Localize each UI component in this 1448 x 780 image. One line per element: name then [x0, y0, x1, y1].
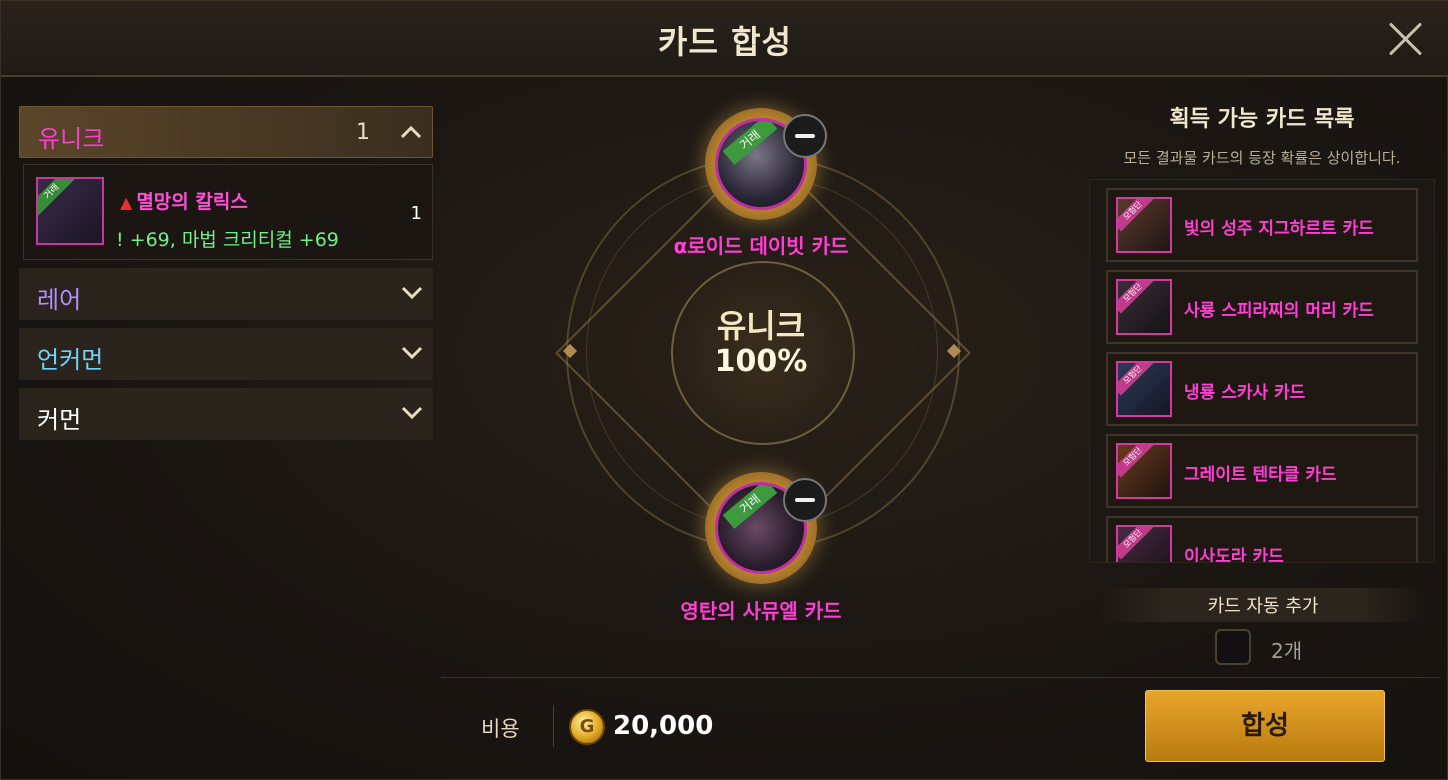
category-uncommon[interactable]: 언커먼 — [19, 328, 433, 380]
category-common[interactable]: 커먼 — [19, 388, 433, 440]
title-bar: 카드 합성 — [1, 1, 1448, 77]
list-item[interactable]: 모험단 이사도라 카드 — [1106, 516, 1418, 563]
combine-button[interactable]: 합성 — [1145, 690, 1385, 762]
card-name: 그레이트 텐타클 카드 — [1184, 465, 1337, 485]
card-stats: ! +69, 마법 크리티컬 +69 — [116, 229, 339, 251]
list-item[interactable]: 모험단 그레이트 텐타클 카드 — [1106, 434, 1418, 508]
bottom-slot-label: 영탄의 사뮤엘 카드 — [680, 599, 842, 623]
card-thumbnail: 모험단 — [1116, 525, 1172, 562]
card-synthesis-window: 카드 합성 유니크 1 거래 ▲ 멸망의 칼릭스 ! +69, 마법 크리티컬 +… — [0, 0, 1448, 780]
gold-coin-icon: G — [569, 709, 605, 745]
trade-ribbon: 거래 — [38, 179, 77, 217]
card-thumbnail: 모험단 — [1116, 279, 1172, 335]
adventure-ribbon: 모험단 — [1118, 363, 1154, 396]
close-icon[interactable] — [1387, 21, 1423, 57]
category-unique[interactable]: 유니크 1 — [19, 106, 433, 158]
card-name: 이사도라 카드 — [1184, 547, 1284, 563]
result-rate: 100% — [714, 344, 808, 379]
synthesis-circle: 유니크 100% 거래 α로이드 데이빗 카드 거래 영탄의 사뮤엘 카드 — [521, 96, 1001, 656]
cost-separator — [553, 705, 554, 747]
auto-add-label: 카드 자동 추가 — [1101, 588, 1425, 622]
card-thumbnail: 모험단 — [1116, 197, 1172, 253]
card-name: 냉룡 스카사 카드 — [1184, 383, 1306, 403]
cost-label: 비용 — [481, 717, 520, 741]
list-item[interactable]: 모험단 빛의 성주 지그하르트 카드 — [1106, 188, 1418, 262]
card-count: 1 — [410, 203, 422, 224]
list-item[interactable]: 모험단 냉룡 스카사 카드 — [1106, 352, 1418, 426]
remove-bottom-card-button[interactable] — [783, 478, 827, 522]
category-rare[interactable]: 레어 — [19, 268, 433, 320]
card-thumbnail: 모험단 — [1116, 361, 1172, 417]
category-label: 언커먼 — [37, 346, 104, 374]
category-list: 유니크 1 거래 ▲ 멸망의 칼릭스 ! +69, 마법 크리티컬 +69 1 레… — [19, 106, 433, 448]
chevron-down-icon — [401, 346, 423, 360]
category-count: 1 — [356, 120, 370, 145]
top-slot-label: α로이드 데이빗 카드 — [673, 234, 849, 258]
auto-add-count: 2개 — [1271, 639, 1303, 663]
adventure-ribbon: 모험단 — [1118, 199, 1154, 232]
window-title: 카드 합성 — [658, 23, 792, 61]
result-list-notice: 모든 결과물 카드의 등장 확률은 상이합니다. — [1123, 149, 1401, 167]
card-name: ▲ 멸망의 칼릭스 — [120, 191, 248, 213]
chevron-up-icon — [400, 125, 422, 139]
trade-ribbon: 거래 — [722, 485, 778, 529]
category-label: 유니크 — [38, 125, 105, 153]
adventure-ribbon: 모험단 — [1118, 281, 1154, 314]
category-label: 커먼 — [37, 406, 82, 434]
result-card-list[interactable]: 모험단 빛의 성주 지그하르트 카드 모험단 사룡 스피라찌의 머리 카드 모험… — [1089, 179, 1435, 563]
card-name: 빛의 성주 지그하르트 카드 — [1184, 219, 1374, 239]
adventure-ribbon: 모험단 — [1118, 445, 1154, 478]
remove-top-card-button[interactable] — [783, 114, 827, 158]
list-item[interactable]: 거래 ▲ 멸망의 칼릭스 ! +69, 마법 크리티컬 +69 1 — [23, 164, 433, 260]
chevron-down-icon — [401, 406, 423, 420]
trade-ribbon: 거래 — [722, 121, 778, 165]
adventure-ribbon: 모험단 — [1118, 527, 1154, 560]
list-item[interactable]: 모험단 사룡 스피라찌의 머리 카드 — [1106, 270, 1418, 344]
chevron-down-icon — [401, 286, 423, 300]
card-thumbnail: 모험단 — [1116, 443, 1172, 499]
result-list-title: 획득 가능 카드 목록 — [1169, 107, 1355, 132]
result-rank: 유니크 — [716, 307, 806, 345]
card-thumbnail: 거래 — [36, 177, 104, 245]
auto-add-checkbox[interactable] — [1215, 629, 1251, 665]
warning-icon: ▲ — [120, 193, 133, 212]
card-name: 사룡 스피라찌의 머리 카드 — [1184, 301, 1374, 321]
footer-divider — [441, 677, 1441, 678]
category-label: 레어 — [37, 286, 82, 314]
cost-value: 20,000 — [613, 711, 714, 741]
